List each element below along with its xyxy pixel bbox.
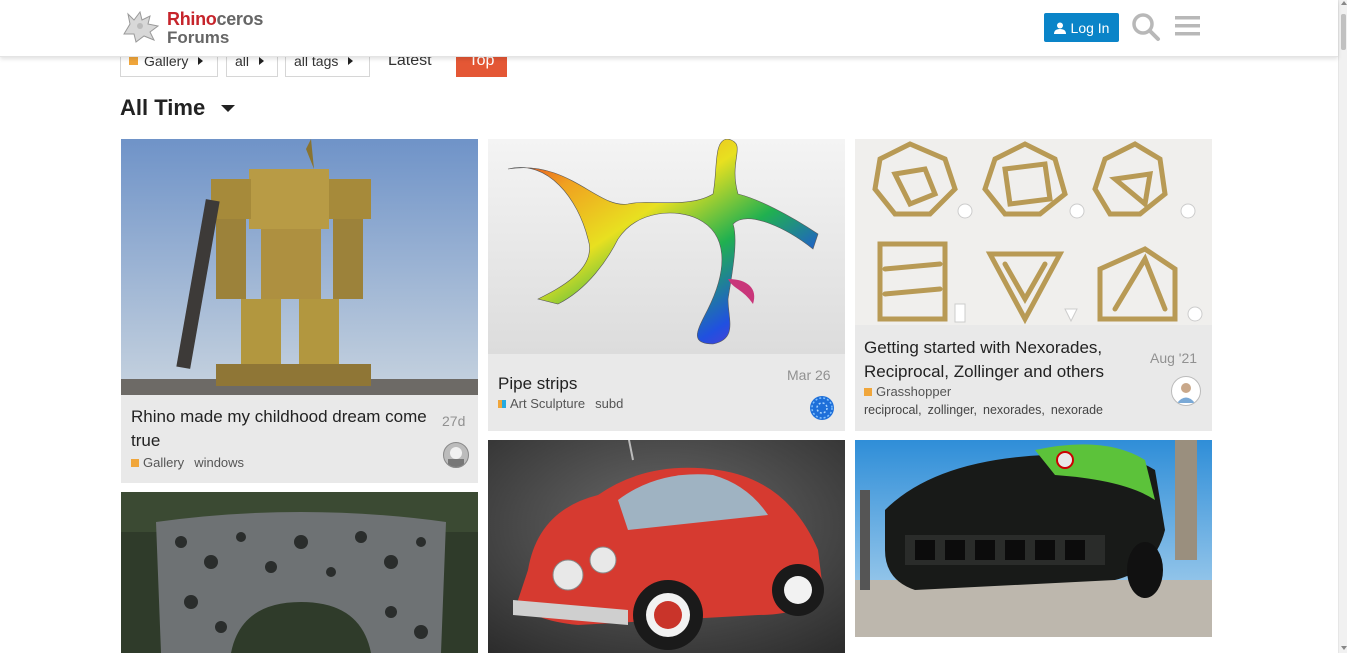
caret-right-icon: [348, 56, 354, 65]
period-label: All Time: [120, 95, 206, 120]
login-label: Log In: [1070, 19, 1110, 36]
topic-meta: Gallery windows: [131, 455, 244, 470]
topic-thumbnail: [855, 440, 1212, 637]
user-avatar-icon: [1177, 383, 1195, 403]
caret-down-icon: [221, 104, 236, 112]
topic-card-lattice[interactable]: [121, 492, 478, 653]
scroll-up-arrow-icon[interactable]: [1341, 1, 1347, 5]
topic-thumbnail: [121, 492, 478, 653]
topic-category[interactable]: Grasshopper: [864, 384, 951, 399]
caret-right-icon: [259, 56, 265, 65]
topic-meta: Art Sculpture subd: [498, 396, 623, 411]
site-header: Rhinoceros Forums Log In: [0, 0, 1338, 57]
scroll-down-arrow-icon[interactable]: [1341, 646, 1347, 650]
avatar[interactable]: [810, 396, 834, 420]
category-color-swatch: [129, 56, 138, 65]
topic-date: Mar 26: [787, 367, 831, 383]
user-avatar-icon: [448, 447, 464, 467]
topic-title[interactable]: Rhino made my childhood dream come true: [131, 405, 431, 453]
user-avatar-icon: [811, 397, 833, 419]
category-color-swatch: [864, 387, 872, 396]
topic-tag[interactable]: nexorades,: [983, 403, 1045, 417]
topic-card-supercar[interactable]: [855, 440, 1212, 637]
page-scrollbar[interactable]: [1338, 0, 1347, 653]
scroll-thumb[interactable]: [1341, 14, 1346, 50]
topic-card-beetle[interactable]: [488, 440, 845, 653]
topic-date: 27d: [442, 413, 466, 429]
avatar[interactable]: [1171, 376, 1201, 406]
topic-category[interactable]: Gallery: [131, 455, 184, 470]
logo-subtitle: Forums: [167, 28, 230, 47]
topic-title[interactable]: Pipe strips: [498, 372, 758, 396]
topic-meta: Grasshopper: [864, 384, 951, 399]
topic-tags: reciprocal, zollinger, nexorades, nexora…: [864, 403, 1103, 417]
topic-tag[interactable]: reciprocal,: [864, 403, 922, 417]
topic-category[interactable]: Art Sculpture: [498, 396, 585, 411]
topic-card-nexorades[interactable]: Getting started with Nexorades, Reciproc…: [855, 139, 1212, 431]
topic-thumbnail: [855, 139, 1212, 325]
topic-tag[interactable]: nexorade: [1051, 403, 1103, 417]
rhino-logo-icon: [123, 10, 160, 43]
topic-category-label: Art Sculpture: [510, 396, 586, 411]
topic-title[interactable]: Getting started with Nexorades, Reciproc…: [864, 336, 1144, 384]
topic-thumbnail: [121, 139, 478, 395]
topic-card-pipe-strips[interactable]: Pipe strips Mar 26 Art Sculpture subd: [488, 139, 845, 431]
topic-category-label: Gallery: [143, 455, 185, 470]
period-selector[interactable]: All Time: [120, 95, 236, 121]
topic-tag[interactable]: windows: [194, 455, 244, 470]
topic-date: Aug '21: [1150, 350, 1198, 366]
topic-thumbnail: [488, 440, 845, 653]
topic-thumbnail: [488, 139, 845, 354]
search-icon[interactable]: [1131, 12, 1161, 42]
category-color-swatch: [498, 399, 506, 408]
topic-category-label: Grasshopper: [876, 384, 952, 399]
topic-tag[interactable]: subd: [595, 396, 623, 411]
topic-tag[interactable]: zollinger,: [928, 403, 977, 417]
hamburger-menu-icon[interactable]: [1175, 14, 1200, 38]
site-logo[interactable]: Rhinoceros Forums: [120, 4, 280, 50]
user-icon: [1053, 22, 1066, 34]
topic-card-rhino-dream[interactable]: Rhino made my childhood dream come true …: [121, 139, 478, 483]
caret-right-icon: [198, 56, 204, 65]
avatar[interactable]: [443, 442, 469, 468]
logo-title: Rhinoceros: [167, 9, 264, 29]
login-button[interactable]: Log In: [1044, 13, 1119, 42]
category-color-swatch: [131, 458, 139, 467]
